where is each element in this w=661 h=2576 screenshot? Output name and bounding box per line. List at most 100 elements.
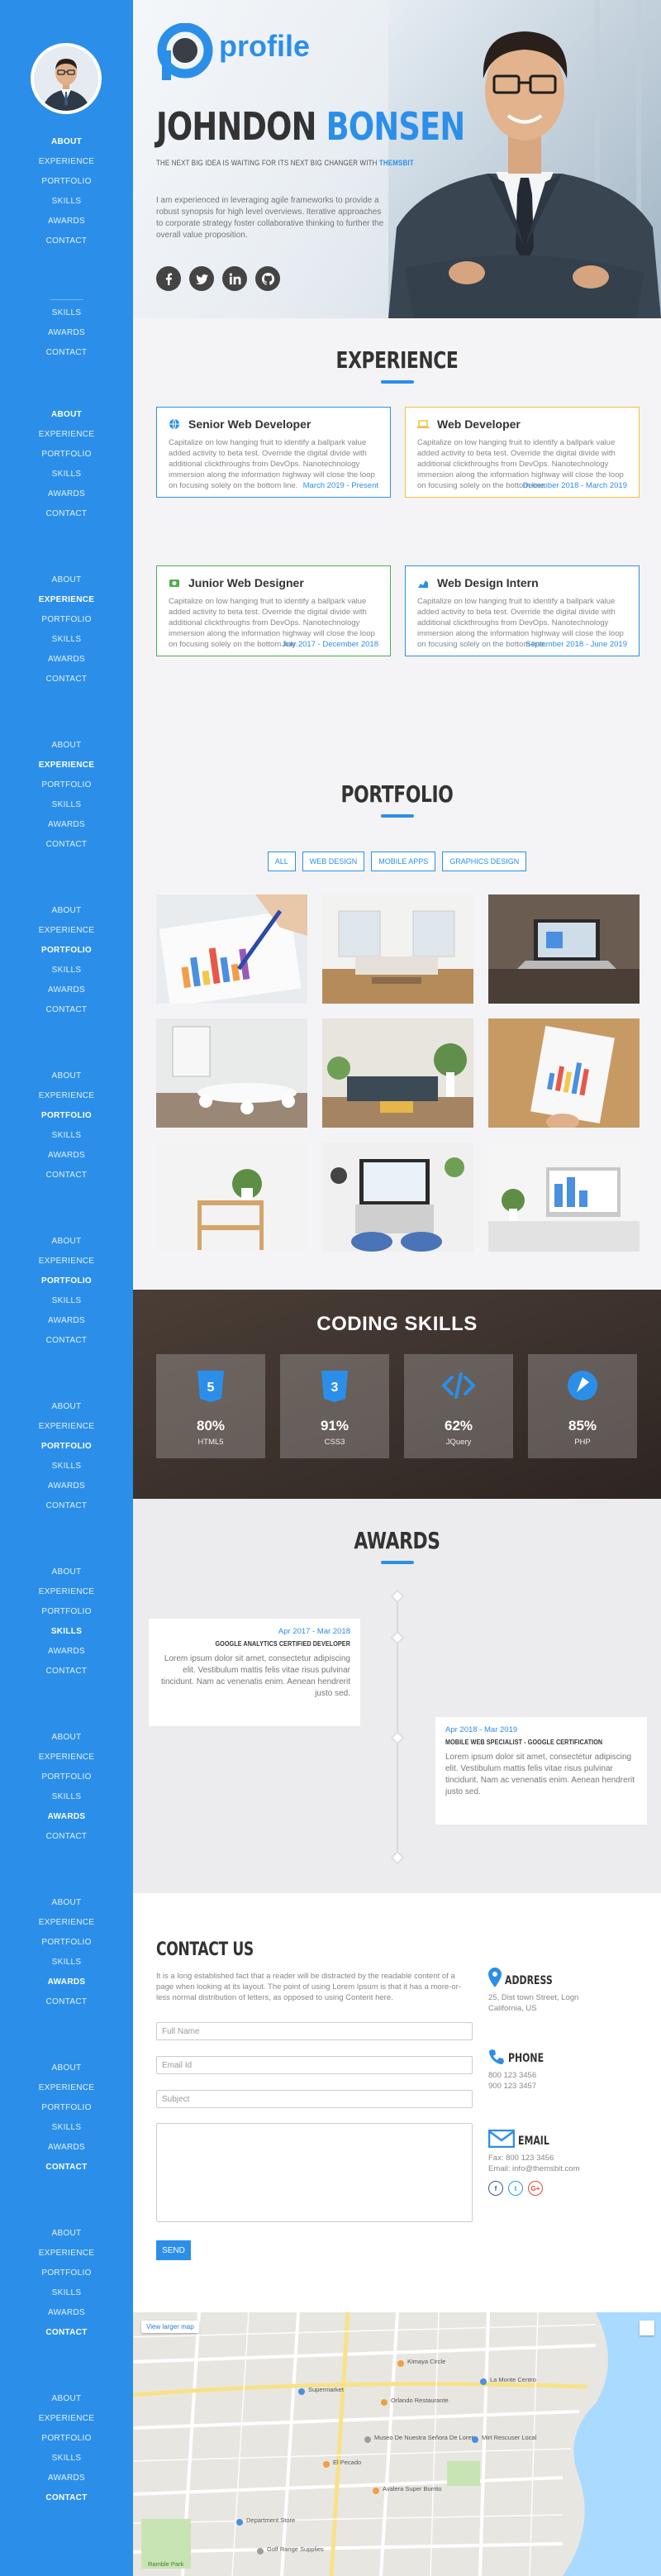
nav-item-contact[interactable]: CONTACT <box>0 504 133 524</box>
nav-item-portfolio[interactable]: PORTFOLIO <box>0 445 133 465</box>
nav-item-about[interactable]: ABOUT <box>0 132 133 152</box>
nav-item-skills[interactable]: SKILLS <box>0 465 133 484</box>
nav-item-experience[interactable]: EXPERIENCE <box>0 590 133 610</box>
map-pin[interactable] <box>364 2436 371 2443</box>
nav-item-contact[interactable]: CONTACT <box>0 670 133 689</box>
nav-item-about[interactable]: ABOUT <box>0 405 133 425</box>
message-textarea[interactable] <box>156 2123 473 2222</box>
map-pin[interactable] <box>472 2436 478 2443</box>
map-pin[interactable] <box>236 2519 243 2526</box>
nav-item-skills[interactable]: SKILLS <box>0 2283 133 2303</box>
nav-item-contact[interactable]: CONTACT <box>0 1496 133 1516</box>
nav-item-portfolio[interactable]: PORTFOLIO <box>0 2098 133 2118</box>
send-button[interactable]: SEND <box>156 2240 191 2260</box>
nav-item-about[interactable]: ABOUT <box>0 736 133 756</box>
filter-graphics-design[interactable]: GRAPHICS DESIGN <box>442 852 527 871</box>
nav-item-experience[interactable]: EXPERIENCE <box>0 1086 133 1106</box>
site-logo[interactable]: profile <box>156 23 310 81</box>
linkedin-icon[interactable] <box>222 266 247 291</box>
nav-item-experience[interactable]: EXPERIENCE <box>0 1417 133 1437</box>
portfolio-item-laptop-on-desk[interactable] <box>488 894 640 1004</box>
nav-item-portfolio[interactable]: PORTFOLIO <box>0 1767 133 1787</box>
nav-item-about[interactable]: ABOUT <box>0 1728 133 1748</box>
nav-item-portfolio[interactable]: PORTFOLIO <box>0 610 133 630</box>
nav-item-awards[interactable]: AWARDS <box>0 1311 133 1331</box>
nav-item-skills[interactable]: SKILLS <box>0 1787 133 1807</box>
nav-item-experience[interactable]: EXPERIENCE <box>0 1582 133 1602</box>
nav-item-experience[interactable]: EXPERIENCE <box>0 2244 133 2264</box>
location-map[interactable]: View larger map Kimaya Circle La Monte C… <box>133 2312 661 2576</box>
nav-item-awards[interactable]: AWARDS <box>0 2138 133 2158</box>
nav-item-awards[interactable]: AWARDS <box>0 1476 133 1496</box>
nav-item-portfolio[interactable]: PORTFOLIO <box>0 2264 133 2283</box>
nav-item-skills[interactable]: SKILLS <box>0 961 133 980</box>
nav-item-contact[interactable]: CONTACT <box>0 2488 133 2508</box>
filter-web-design[interactable]: WEB DESIGN <box>302 852 365 871</box>
twitter-icon[interactable] <box>189 266 214 291</box>
nav-item-contact[interactable]: CONTACT <box>0 835 133 855</box>
nav-item-awards[interactable]: AWARDS <box>0 484 133 504</box>
nav-item-skills[interactable]: SKILLS <box>0 2118 133 2138</box>
nav-item-contact[interactable]: CONTACT <box>0 1992 133 2012</box>
full-name-input[interactable] <box>156 2022 473 2040</box>
map-pin[interactable] <box>257 2548 264 2555</box>
nav-item-contact[interactable]: CONTACT <box>0 1166 133 1185</box>
github-icon[interactable] <box>255 266 280 291</box>
map-pin[interactable] <box>381 2399 388 2406</box>
nav-item-portfolio[interactable]: PORTFOLIO <box>0 1437 133 1457</box>
nav-item-skills[interactable]: SKILLS <box>0 1126 133 1146</box>
nav-item-portfolio[interactable]: PORTFOLIO <box>0 941 133 961</box>
nav-item-about[interactable]: ABOUT <box>0 1893 133 1913</box>
google-plus-icon[interactable]: G+ <box>528 2181 543 2196</box>
nav-item-contact[interactable]: CONTACT <box>0 1662 133 1682</box>
nav-item-skills[interactable]: SKILLS <box>0 795 133 815</box>
nav-item-portfolio[interactable]: PORTFOLIO <box>0 1106 133 1126</box>
nav-item-portfolio[interactable]: PORTFOLIO <box>0 1271 133 1291</box>
nav-item-about[interactable]: ABOUT <box>0 1066 133 1086</box>
portfolio-item-shelf-with-plant[interactable] <box>156 1143 307 1252</box>
nav-item-portfolio[interactable]: PORTFOLIO <box>0 1933 133 1953</box>
subject-input[interactable] <box>156 2090 473 2108</box>
nav-item-about[interactable]: ABOUT <box>0 2058 133 2078</box>
nav-item-skills[interactable]: SKILLS <box>0 1622 133 1642</box>
filter-mobile-apps[interactable]: MOBILE APPS <box>371 852 436 871</box>
nav-item-portfolio[interactable]: PORTFOLIO <box>0 1602 133 1622</box>
nav-item-awards[interactable]: AWARDS <box>0 1146 133 1166</box>
nav-item-skills[interactable]: SKILLS <box>0 1953 133 1973</box>
nav-item-contact[interactable]: CONTACT <box>0 343 133 363</box>
nav-item-portfolio[interactable]: PORTFOLIO <box>0 172 133 192</box>
nav-item-about[interactable]: ABOUT <box>0 1232 133 1252</box>
map-pin[interactable] <box>373 2488 379 2494</box>
portfolio-item-imac-workspace[interactable] <box>488 1143 640 1252</box>
view-larger-map-link[interactable]: View larger map <box>141 2321 199 2333</box>
fullscreen-icon[interactable] <box>640 2321 654 2335</box>
nav-item-experience[interactable]: EXPERIENCE <box>0 1913 133 1933</box>
nav-item-awards[interactable]: AWARDS <box>0 212 133 231</box>
nav-item-skills[interactable]: SKILLS <box>0 2449 133 2469</box>
nav-item-awards[interactable]: AWARDS <box>0 650 133 670</box>
map-pin[interactable] <box>480 2378 487 2385</box>
nav-item-contact[interactable]: CONTACT <box>0 1827 133 1847</box>
nav-item-about[interactable]: ABOUT <box>0 1397 133 1417</box>
nav-item-contact[interactable]: CONTACT <box>0 2323 133 2343</box>
nav-item-awards[interactable]: AWARDS <box>0 980 133 1000</box>
facebook-icon[interactable] <box>156 266 181 291</box>
nav-item-awards[interactable]: AWARDS <box>0 1642 133 1662</box>
nav-item-skills[interactable]: SKILLS <box>0 303 133 323</box>
facebook-icon[interactable]: f <box>488 2181 503 2196</box>
nav-item-skills[interactable]: SKILLS <box>0 630 133 650</box>
nav-item-about[interactable]: ABOUT <box>0 2224 133 2244</box>
nav-item-portfolio[interactable]: PORTFOLIO <box>0 775 133 795</box>
filter-all[interactable]: ALL <box>267 852 296 871</box>
nav-item-contact[interactable]: CONTACT <box>0 1000 133 1020</box>
map-pin[interactable] <box>397 2360 404 2367</box>
nav-item-awards[interactable]: AWARDS <box>0 2303 133 2323</box>
portfolio-item-white-living-room[interactable] <box>322 894 473 1004</box>
nav-item-skills[interactable]: SKILLS <box>0 1457 133 1476</box>
nav-item-awards[interactable]: AWARDS <box>0 815 133 835</box>
map-pin[interactable] <box>298 2388 305 2395</box>
nav-item-about[interactable]: ABOUT <box>0 901 133 921</box>
portfolio-item-laptop-from-above[interactable] <box>322 1143 473 1252</box>
nav-item-awards[interactable]: AWARDS <box>0 1973 133 1992</box>
portfolio-item-chart-printout[interactable] <box>488 1018 640 1128</box>
